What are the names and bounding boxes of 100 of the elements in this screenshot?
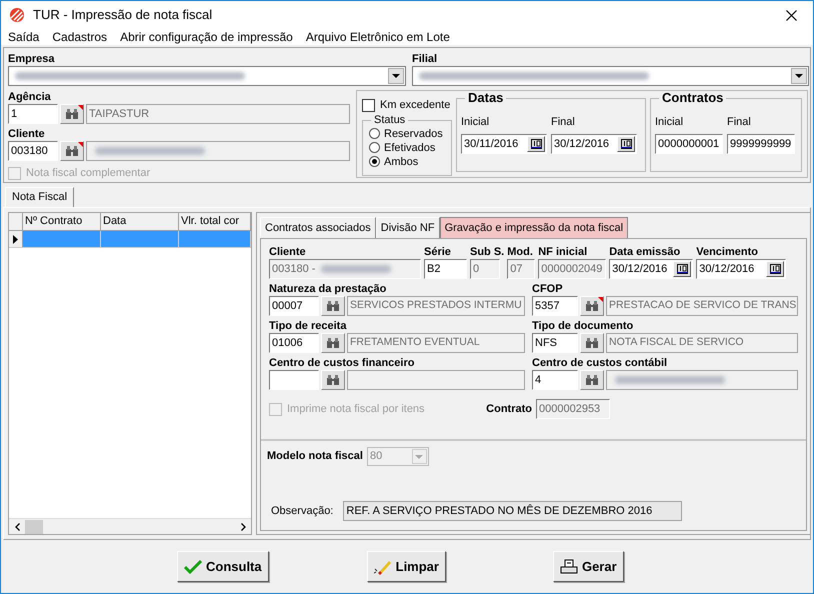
field-label: CFOP: [532, 282, 564, 296]
description-field: SERVICOS PRESTADOS INTERMU: [347, 296, 525, 316]
calendar-icon: [676, 264, 688, 274]
binoculars-icon: [66, 109, 78, 119]
lookup-button[interactable]: [580, 296, 604, 316]
group-title: Status: [371, 112, 408, 126]
radio-button[interactable]: [369, 128, 380, 139]
menu-item[interactable]: Saída: [8, 28, 40, 46]
lookup-button[interactable]: [60, 141, 84, 161]
lookup-button[interactable]: [60, 104, 84, 124]
horizontal-scrollbar[interactable]: [9, 518, 251, 534]
action-button[interactable]: Limpar: [366, 551, 446, 582]
lookup-button[interactable]: [580, 370, 604, 390]
group-title: Contratos: [659, 91, 726, 105]
tab[interactable]: Nota Fiscal: [5, 187, 74, 207]
field-label: Natureza da prestação: [269, 282, 388, 296]
column-header[interactable]: Data: [101, 213, 179, 230]
binoculars-icon: [586, 338, 598, 348]
field-label: Cliente: [8, 127, 46, 141]
field-label: NF inicial: [538, 245, 588, 259]
table-row[interactable]: [9, 231, 251, 248]
field-label: Tipo de receita: [269, 319, 348, 333]
field-label: Agência: [8, 90, 52, 104]
scrollbar-thumb[interactable]: [25, 520, 43, 534]
field-label: Mod.: [507, 245, 534, 259]
checkbox[interactable]: [362, 98, 375, 112]
window-title: TUR - Impressão de nota fiscal: [33, 6, 212, 24]
input-field[interactable]: [269, 370, 319, 390]
tab[interactable]: Gravação e impressão da nota fiscal: [440, 217, 628, 238]
date-field[interactable]: 30/11/2016: [461, 134, 547, 154]
close-icon[interactable]: [786, 10, 797, 20]
menu-item[interactable]: Abrir configuração de impressão: [120, 28, 293, 46]
radio-button[interactable]: [369, 156, 380, 167]
lookup-button[interactable]: [321, 333, 345, 353]
tab[interactable]: Divisão NF: [376, 217, 440, 238]
radio-button[interactable]: [369, 142, 380, 153]
calendar-icon: [620, 139, 632, 149]
input-field[interactable]: 9999999999: [727, 134, 795, 154]
scroll-right-icon[interactable]: [240, 522, 246, 530]
calendar-button[interactable]: [673, 261, 692, 277]
checkbox-label: Nota fiscal complementar: [26, 166, 150, 181]
field-label: Observação:: [271, 504, 334, 519]
input-field[interactable]: 0000000001: [655, 134, 723, 154]
printer-icon: [560, 558, 578, 574]
calendar-button[interactable]: [766, 261, 784, 277]
description-field: PRESTACAO DE SERVICO DE TRANS: [606, 296, 798, 316]
field-label: Final: [551, 115, 576, 129]
observation-field[interactable]: REF. A SERVIÇO PRESTADO NO MÊS DE DEZEMBRO 2016: [343, 501, 682, 521]
checkbox-label: Km excedente: [380, 98, 450, 113]
field-label: Filial: [412, 52, 438, 66]
description-field: FRETAMENTO EVENTUAL: [347, 333, 525, 353]
redacted-text: [321, 265, 392, 273]
date-field[interactable]: 30/12/2016: [696, 259, 786, 279]
binoculars-icon: [586, 375, 598, 385]
calendar-icon: [770, 264, 781, 274]
input-field[interactable]: 003180: [8, 141, 58, 161]
dropdown[interactable]: [412, 66, 809, 86]
field-label: Tipo de documento: [532, 319, 634, 333]
input-field[interactable]: NFS: [532, 333, 578, 353]
dropdown[interactable]: [8, 66, 406, 86]
input-field[interactable]: 0000002953: [536, 399, 610, 419]
input-field[interactable]: 1: [8, 104, 58, 124]
lookup-button[interactable]: [321, 296, 345, 316]
binoculars-icon: [327, 338, 339, 348]
checkbox-label: Imprime nota fiscal por itens: [287, 402, 425, 417]
field-label: Centro de custos financeiro: [269, 356, 416, 370]
app-logo-icon: [9, 7, 25, 23]
row-pointer-icon: [13, 234, 18, 244]
action-button[interactable]: Gerar: [552, 551, 624, 582]
field-label: Contrato: [486, 402, 532, 417]
calendar-icon: [530, 139, 542, 149]
calendar-button[interactable]: [527, 136, 545, 152]
radio-label: Reservados: [384, 126, 443, 140]
column-header[interactable]: Vlr. total cor: [179, 213, 251, 230]
description-field: NOTA FISCAL DE SERVICO: [606, 333, 798, 353]
field-label: Empresa: [8, 52, 56, 66]
input-field[interactable]: B2: [424, 259, 467, 279]
binoculars-icon: [327, 301, 339, 311]
field-label: Centro de custos contábil: [532, 356, 668, 370]
input-field[interactable]: 5357: [532, 296, 578, 316]
description-field: TAIPASTUR: [86, 104, 350, 124]
lookup-button[interactable]: [321, 370, 345, 390]
menu-item[interactable]: Cadastros: [52, 28, 108, 46]
group-title: Datas: [465, 91, 506, 105]
column-header[interactable]: Nº Contrato: [23, 213, 101, 230]
input-field[interactable]: 01006: [269, 333, 319, 353]
scroll-left-icon[interactable]: [14, 522, 20, 530]
field-label: Modelo nota fiscal: [267, 449, 363, 464]
binoculars-icon: [66, 146, 78, 156]
tab[interactable]: Contratos associados: [260, 217, 376, 238]
date-field[interactable]: 30/12/2016: [551, 134, 637, 154]
input-field[interactable]: 4: [532, 370, 578, 390]
lookup-button[interactable]: [580, 333, 604, 353]
date-field[interactable]: 30/12/2016: [609, 259, 694, 279]
field-label: Vencimento: [696, 245, 759, 259]
input-field[interactable]: 00007: [269, 296, 319, 316]
menu-item[interactable]: Arquivo Eletrônico em Lote: [306, 28, 450, 46]
action-button[interactable]: Consulta: [177, 551, 269, 582]
check-icon: [184, 560, 202, 574]
calendar-button[interactable]: [617, 136, 635, 152]
